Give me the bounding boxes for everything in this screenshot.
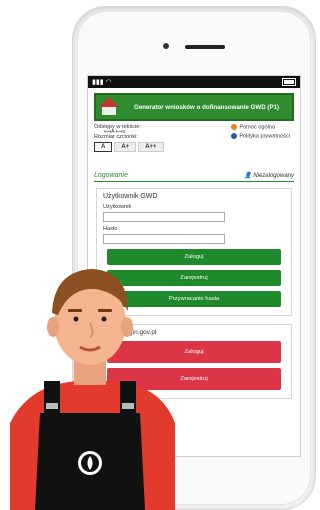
user-status: 👤 Niezalogowany xyxy=(244,173,294,179)
signal-wifi-icon: ▮▮▮ ◠ xyxy=(92,79,112,86)
login-box-title: Użytkownik GWD xyxy=(103,193,158,200)
avatar-illustration xyxy=(10,269,175,510)
font-size-a-plus-plus-button[interactable]: A++ xyxy=(138,142,164,152)
privacy-label: Polityka prywatności xyxy=(239,133,290,140)
font-size-a-button[interactable]: A xyxy=(94,142,113,152)
status-bar: ▮▮▮ ◠ xyxy=(88,76,300,88)
info-icon xyxy=(231,133,238,140)
battery-icon xyxy=(282,78,296,86)
accessibility-prefs: Odstępy w tekście: ⟷A ⟷≡ Rozmiar czcionk… xyxy=(94,124,294,156)
privacy-link[interactable]: Polityka prywatności xyxy=(231,133,290,140)
camera-icon xyxy=(163,43,169,49)
password-label: Hasło xyxy=(103,226,118,232)
username-label: Użytkownik xyxy=(103,204,132,210)
font-size-a-plus-button[interactable]: A+ xyxy=(114,142,137,152)
password-input[interactable] xyxy=(103,234,225,244)
section-title: Logowanie xyxy=(94,172,128,179)
general-help-label: Pomoc ogólna xyxy=(239,124,276,131)
general-help-link[interactable]: Pomoc ogólna xyxy=(231,124,290,130)
login-section-header: Logowanie 👤 Niezalogowany xyxy=(94,172,294,182)
app-title: Generator wniosków o dofinansowanie GWD … xyxy=(134,103,280,111)
flame-emblem-icon xyxy=(78,451,102,475)
speaker-grille xyxy=(185,45,225,49)
user-status-label: Niezalogowany xyxy=(253,173,294,179)
username-input[interactable] xyxy=(103,212,225,222)
house-logo-icon xyxy=(98,97,120,117)
app-header: Generator wniosków o dofinansowanie GWD … xyxy=(94,93,294,121)
font-size-label: Rozmiar czcionki: xyxy=(94,134,138,140)
lifebuoy-icon xyxy=(231,124,238,130)
